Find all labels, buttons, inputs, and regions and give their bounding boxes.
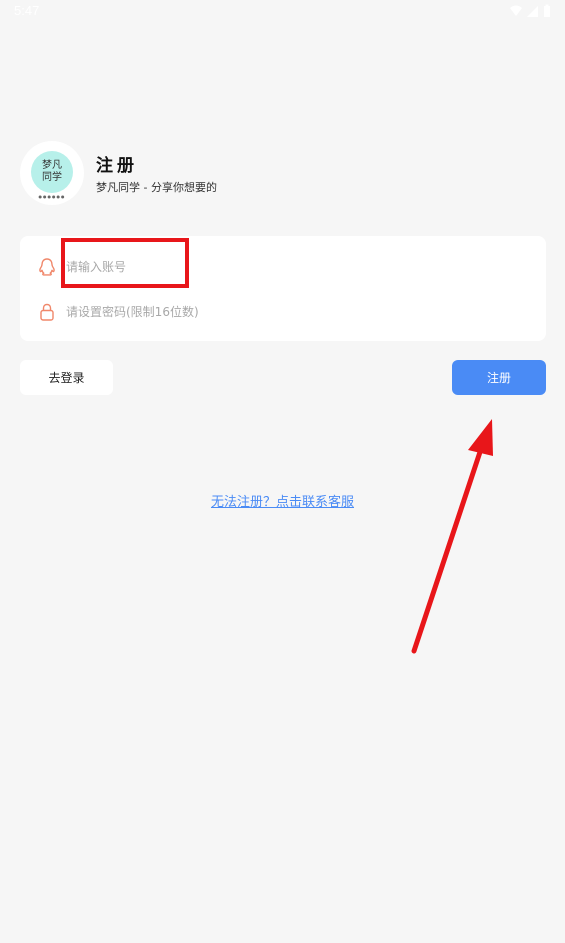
status-bar: 5:47 (0, 0, 565, 24)
page-title: 注册 (96, 156, 138, 176)
header-text: 注册 梦凡同学 - 分享你想要的 (96, 151, 217, 195)
page-subtitle: 梦凡同学 - 分享你想要的 (96, 181, 217, 194)
account-row (20, 247, 546, 287)
account-input[interactable] (66, 260, 486, 274)
logo-subtext: ●●●●●● (38, 194, 66, 199)
header: 梦凡 同学 ●●●●●● 注册 梦凡同学 - 分享你想要的 (20, 141, 217, 205)
logo-text-line1: 梦凡 (42, 160, 62, 171)
signal-icon (527, 6, 538, 17)
app-logo: 梦凡 同学 ●●●●●● (20, 141, 84, 205)
status-icons (509, 4, 551, 18)
logo-emblem: 梦凡 同学 (31, 151, 73, 193)
go-login-button[interactable]: 去登录 (20, 360, 113, 395)
password-input[interactable] (66, 305, 486, 319)
register-button[interactable]: 注册 (452, 360, 546, 395)
battery-icon (544, 4, 550, 17)
password-row (20, 292, 546, 332)
qq-penguin-icon (38, 257, 56, 277)
status-time: 5:47 (14, 3, 40, 18)
wifi-icon (510, 5, 522, 16)
register-form (20, 236, 546, 341)
contact-support-link[interactable]: 无法注册？点击联系客服 (0, 491, 565, 510)
lock-icon (38, 302, 56, 322)
logo-text-line2: 同学 (42, 172, 62, 183)
